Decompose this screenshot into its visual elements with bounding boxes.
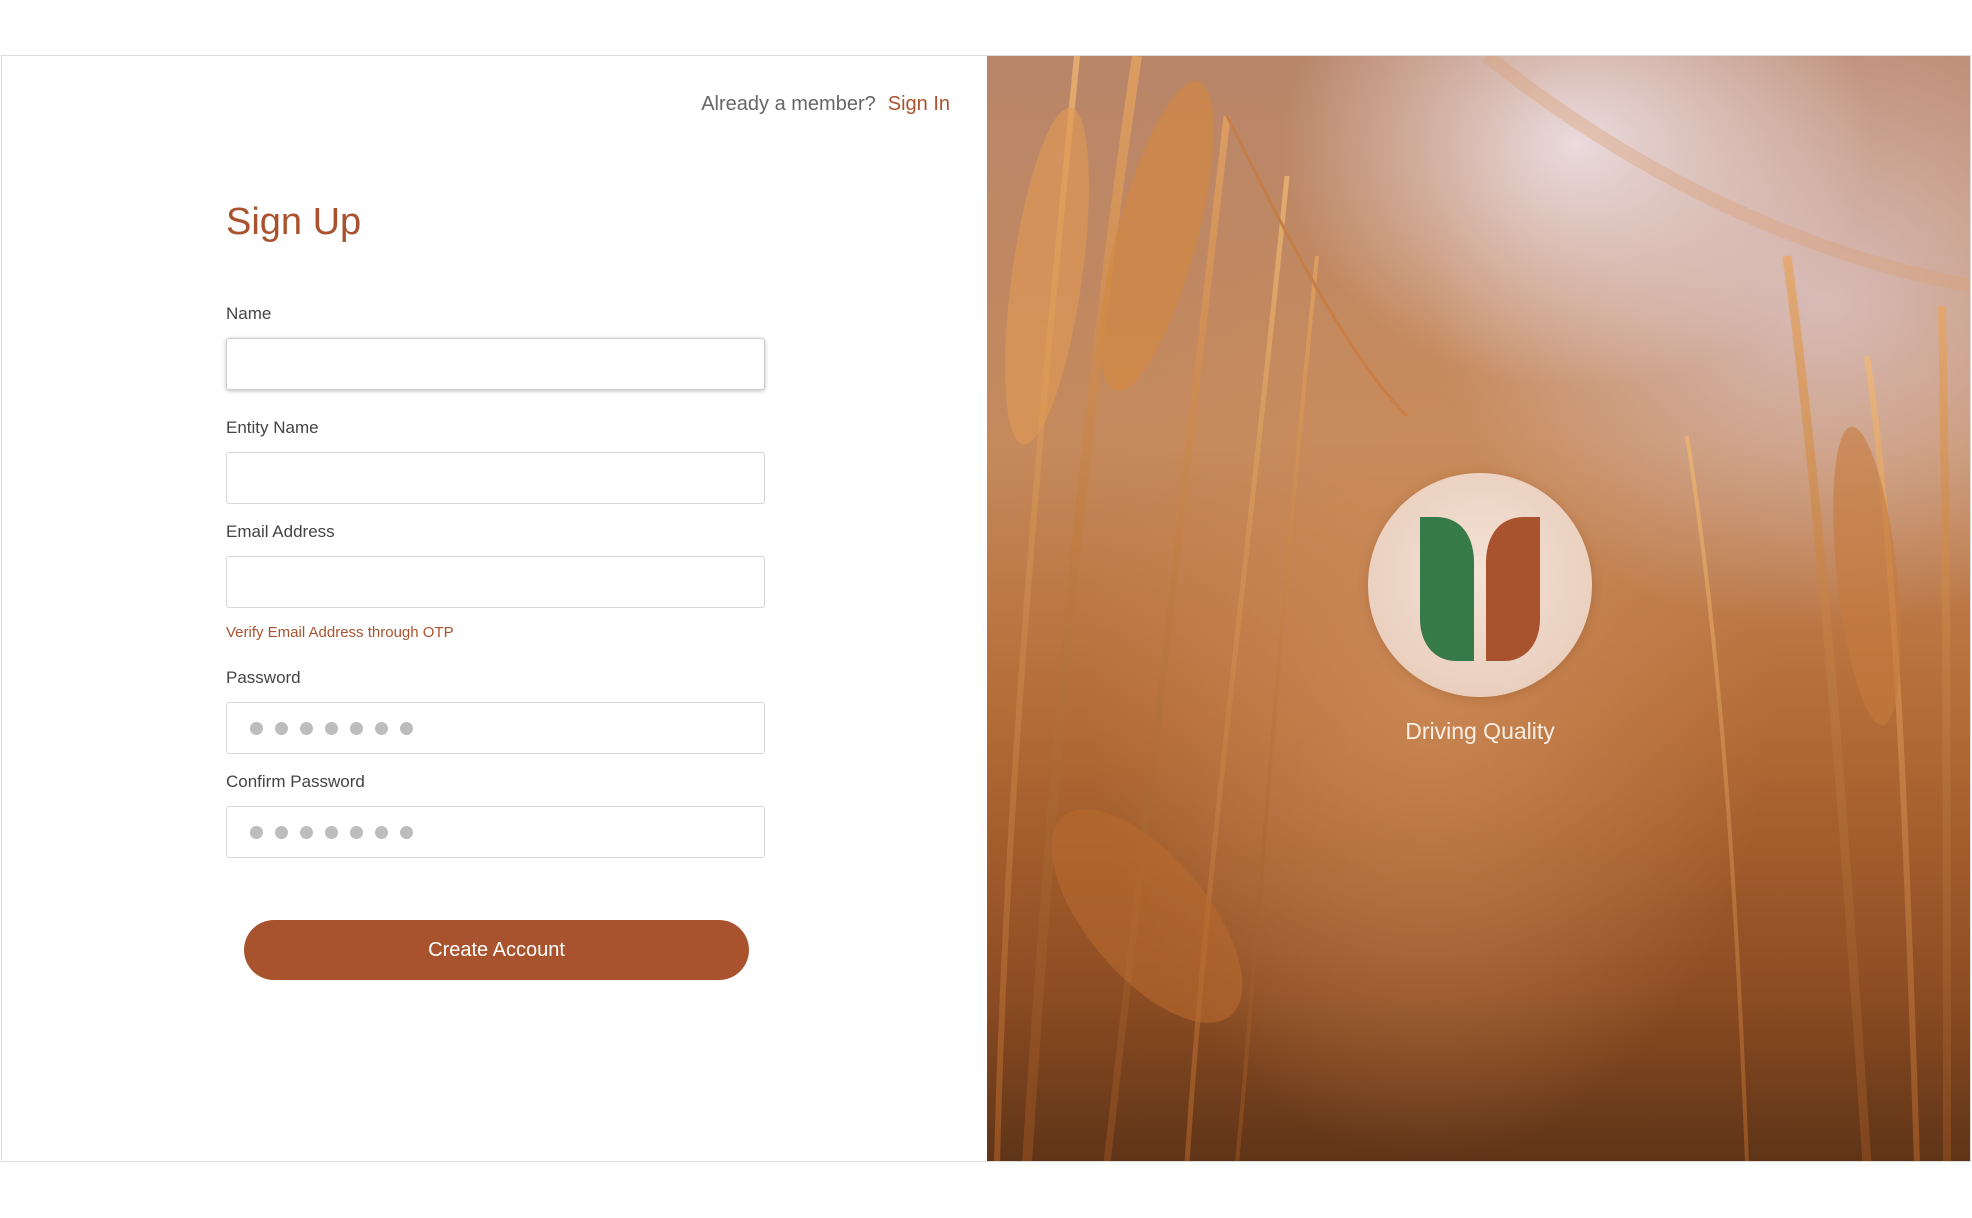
entity-name-label: Entity Name [226, 418, 319, 437]
member-prompt-text: Already a member? [701, 93, 876, 115]
brand-tagline: Driving Quality [1405, 718, 1555, 744]
confirm-password-mask [250, 826, 413, 839]
logo-mark-icon [1420, 517, 1540, 661]
signup-panel: Already a member? Sign In Sign Up Name En… [2, 56, 987, 1161]
create-account-button[interactable]: Create Account [244, 920, 749, 980]
name-field[interactable] [226, 338, 765, 390]
email-field[interactable] [226, 556, 765, 608]
entity-name-field[interactable] [226, 452, 765, 504]
member-prompt: Already a member? Sign In [701, 93, 950, 116]
hero-image: Driving Quality [987, 56, 1970, 1161]
email-label: Email Address [226, 522, 335, 541]
password-label: Password [226, 668, 301, 687]
name-label: Name [226, 304, 272, 323]
verify-email-otp-link[interactable]: Verify Email Address through OTP [226, 624, 454, 641]
signup-page: Already a member? Sign In Sign Up Name En… [1, 55, 1971, 1162]
sign-in-link[interactable]: Sign In [888, 93, 950, 115]
brand-logo [1368, 473, 1592, 697]
password-mask [250, 722, 413, 735]
page-title: Sign Up [226, 201, 362, 243]
confirm-password-label: Confirm Password [226, 772, 365, 791]
